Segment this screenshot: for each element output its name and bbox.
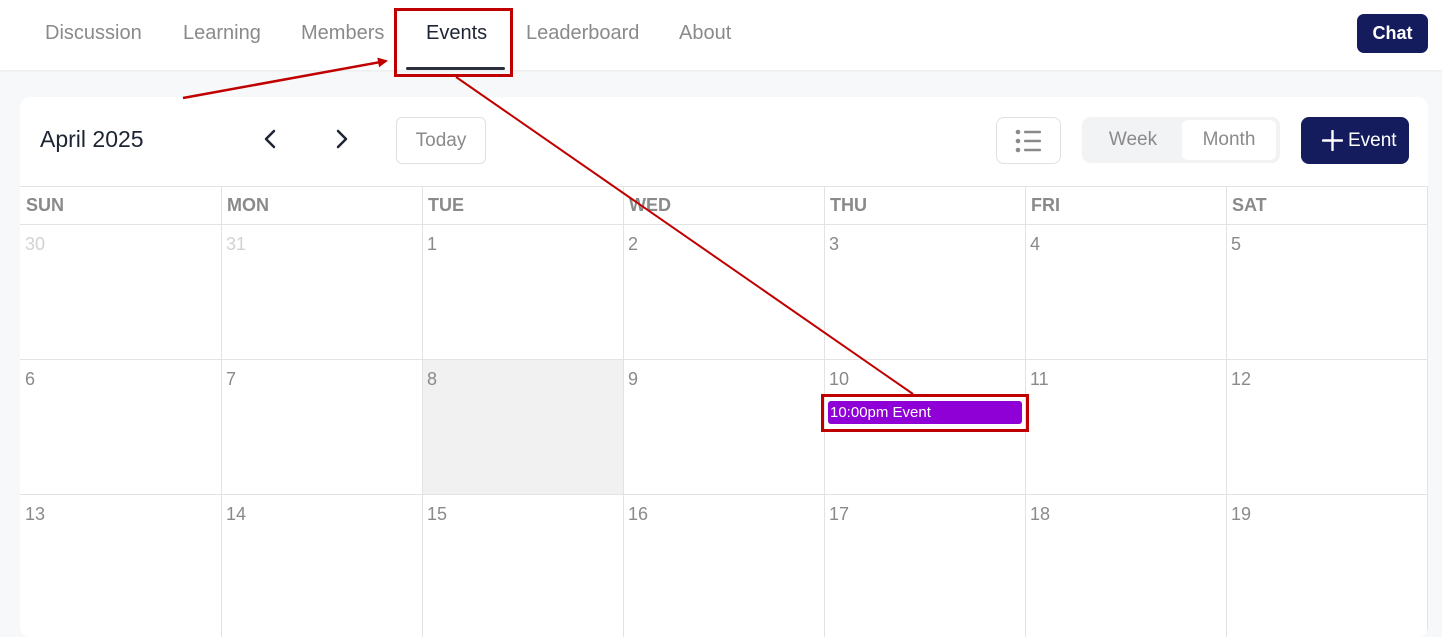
day-cell[interactable]: 13	[20, 495, 221, 629]
day-number: 31	[226, 234, 247, 254]
weekday-header-sun: SUN	[26, 195, 65, 215]
grid-divider	[1427, 186, 1428, 637]
list-icon	[1015, 129, 1041, 153]
day-number: 10	[829, 369, 850, 389]
add-event-button[interactable]: Event	[1301, 117, 1409, 164]
day-cell[interactable]: 31	[221, 225, 422, 359]
day-number: 15	[427, 504, 448, 524]
day-cell[interactable]: 15	[422, 495, 623, 629]
day-cell[interactable]: 3	[824, 225, 1025, 359]
day-number: 9	[628, 369, 639, 389]
day-cell[interactable]: 2	[623, 225, 824, 359]
day-cell[interactable]: 19	[1226, 495, 1428, 629]
day-number: 18	[1030, 504, 1051, 524]
view-toggle: Week Month	[1082, 117, 1280, 163]
today-button[interactable]: Today	[396, 117, 486, 164]
calendar-card: April 2025 Today Week Month Event SUN MO…	[20, 97, 1428, 637]
day-number: 19	[1231, 504, 1252, 524]
day-number: 1	[427, 234, 438, 254]
annotation-highlight-box	[394, 8, 513, 77]
weekday-header-thu: THU	[830, 195, 867, 215]
tab-leaderboard[interactable]: Leaderboard	[526, 0, 639, 70]
day-cell[interactable]: 4	[1025, 225, 1226, 359]
day-cell[interactable]: 12	[1226, 360, 1428, 494]
tab-learning[interactable]: Learning	[183, 0, 261, 70]
month-title: April 2025	[40, 126, 144, 152]
grid-divider	[422, 186, 423, 637]
chat-button[interactable]: Chat	[1357, 14, 1428, 53]
tab-members[interactable]: Members	[301, 0, 384, 70]
day-cell[interactable]: 18	[1025, 495, 1226, 629]
tab-discussion[interactable]: Discussion	[45, 0, 142, 70]
annotation-highlight-box	[821, 394, 1029, 432]
day-number: 3	[829, 234, 840, 254]
next-month-button[interactable]	[327, 125, 355, 153]
day-cell[interactable]: 14	[221, 495, 422, 629]
chevron-left-icon	[264, 129, 276, 149]
day-cell[interactable]: 16	[623, 495, 824, 629]
weekday-header-fri: FRI	[1031, 195, 1060, 215]
day-number: 12	[1231, 369, 1252, 389]
grid-divider	[623, 186, 624, 637]
day-number: 30	[25, 234, 46, 254]
weekday-header-sat: SAT	[1232, 195, 1267, 215]
day-number: 5	[1231, 234, 1242, 254]
day-number: 17	[829, 504, 850, 524]
day-cell[interactable]: 17	[824, 495, 1025, 629]
day-cell-today[interactable]: 8	[422, 360, 623, 494]
week-view-option[interactable]: Week	[1086, 120, 1180, 160]
grid-divider	[221, 186, 222, 637]
weekday-header-mon: MON	[227, 195, 269, 215]
day-number: 4	[1030, 234, 1041, 254]
day-number: 8	[427, 369, 438, 389]
month-view-option[interactable]: Month	[1182, 120, 1276, 160]
prev-month-button[interactable]	[257, 125, 285, 153]
day-cell[interactable]: 9	[623, 360, 824, 494]
day-number: 14	[226, 504, 247, 524]
grid-divider	[1226, 186, 1227, 637]
day-number: 2	[628, 234, 639, 254]
top-nav: Discussion Learning Members Events Leade…	[0, 0, 1442, 70]
day-cell[interactable]: 30	[20, 225, 221, 359]
day-number: 13	[25, 504, 46, 524]
plus-icon	[1322, 130, 1343, 151]
list-view-button[interactable]	[996, 117, 1061, 164]
chevron-right-icon	[336, 129, 348, 149]
add-event-label: Event	[1348, 130, 1397, 151]
day-cell[interactable]: 11	[1025, 360, 1226, 494]
tab-about[interactable]: About	[679, 0, 731, 70]
day-cell[interactable]: 1	[422, 225, 623, 359]
weekday-header-wed: WED	[629, 195, 671, 215]
day-number: 6	[25, 369, 36, 389]
day-number: 16	[628, 504, 649, 524]
weekday-header-tue: TUE	[428, 195, 464, 215]
day-cell[interactable]: 5	[1226, 225, 1428, 359]
day-number: 11	[1030, 369, 1049, 389]
day-cell[interactable]: 7	[221, 360, 422, 494]
day-number: 7	[226, 369, 237, 389]
day-cell[interactable]: 6	[20, 360, 221, 494]
